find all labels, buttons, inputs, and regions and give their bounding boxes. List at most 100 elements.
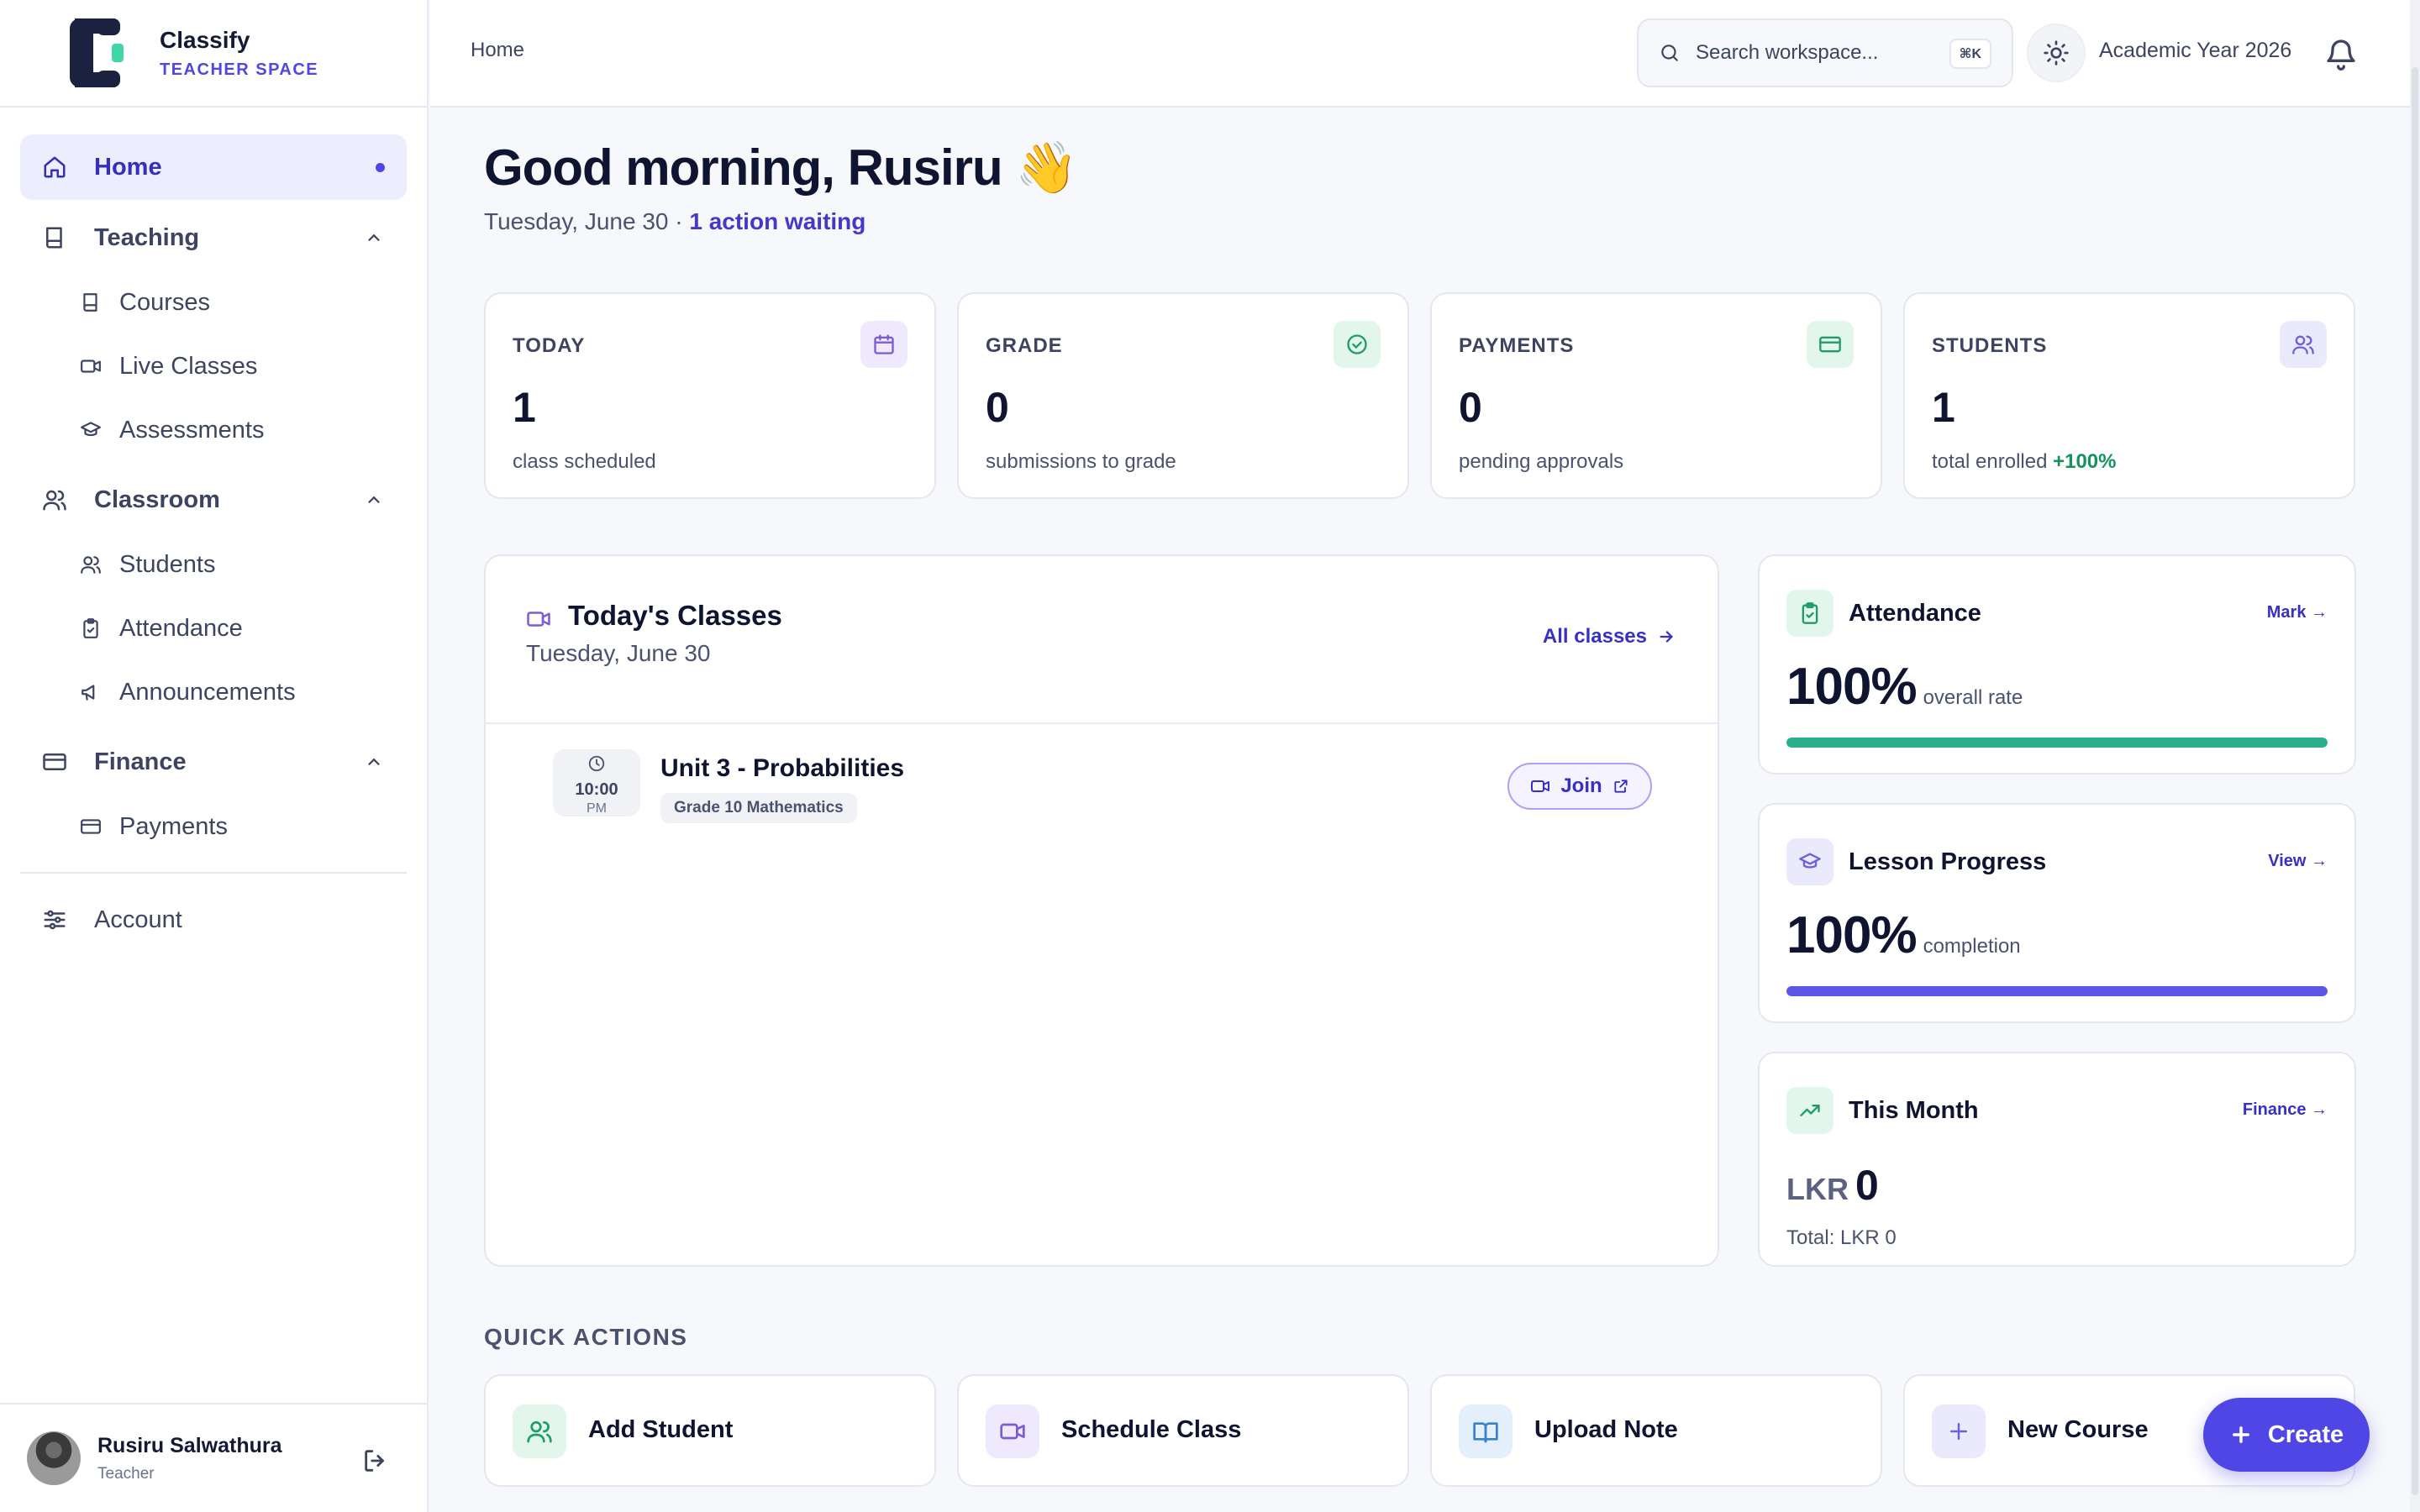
progress-fill: [1786, 738, 2328, 748]
sidebar-item-label: Account: [94, 906, 182, 933]
sidebar-item-students[interactable]: Students: [20, 533, 407, 596]
stat-label: TODAY: [513, 334, 586, 357]
bell-icon[interactable]: [2324, 37, 2358, 71]
join-button[interactable]: Join: [1507, 763, 1652, 810]
action-label: Add Student: [588, 1416, 734, 1443]
time-period: PM: [587, 801, 607, 816]
value-label: completion: [1923, 935, 2021, 958]
search-input[interactable]: Search workspace... ⌘K: [1637, 18, 2013, 87]
plus-icon: [1932, 1404, 1986, 1458]
chevron-up-icon[interactable]: [365, 491, 383, 509]
attendance-card: Attendance Mark → 100% overall rate: [1758, 554, 2356, 774]
sidebar-item-home[interactable]: Home: [20, 134, 407, 200]
sidebar-item-assessments[interactable]: Assessments: [20, 398, 407, 462]
panel-date: Tuesday, June 30: [526, 640, 711, 666]
scrollbar-thumb[interactable]: [2412, 67, 2418, 1495]
panel-title: Today's Classes: [568, 600, 782, 631]
sidebar-section-classroom[interactable]: Classroom: [20, 467, 407, 533]
user-role: Teacher: [97, 1464, 155, 1483]
sidebar-item-announcements[interactable]: Announcements: [20, 660, 407, 724]
stat-card-payments[interactable]: PAYMENTS 0 pending approvals: [1430, 292, 1882, 499]
stat-description: pending approvals: [1459, 450, 1623, 474]
schedule-class-button[interactable]: Schedule Class: [957, 1374, 1409, 1487]
graduation-cap-icon: [79, 418, 103, 442]
sidebar-item-label: Students: [119, 550, 216, 578]
sidebar-section-finance[interactable]: Finance: [20, 729, 407, 795]
scrollbar[interactable]: [2410, 0, 2420, 1512]
stat-desc-text: class scheduled: [513, 450, 656, 473]
attendance-value: 100% overall rate: [1786, 657, 2023, 717]
megaphone-icon: [79, 680, 103, 704]
brand[interactable]: Classify TEACHER SPACE: [0, 0, 427, 108]
sidebar-item-live-classes[interactable]: Live Classes: [20, 334, 407, 398]
users-icon: [40, 486, 69, 514]
sidebar-item-label: Home: [94, 153, 162, 181]
theme-toggle-button[interactable]: [2027, 24, 2086, 82]
action-waiting-link[interactable]: 1 action waiting: [689, 208, 865, 234]
user-plus-icon: [513, 1404, 566, 1458]
chevron-up-icon[interactable]: [365, 228, 383, 247]
action-label: Schedule Class: [1061, 1416, 1242, 1443]
search-shortcut: ⌘K: [1949, 39, 1991, 69]
plus-icon: [2232, 1426, 2249, 1443]
lesson-progress-bar: [1786, 986, 2328, 996]
breadcrumb[interactable]: Home: [471, 39, 524, 62]
action-label: New Course: [2007, 1416, 2149, 1443]
greeting-subtitle: Tuesday, June 30 · 1 action waiting: [484, 208, 865, 235]
upload-note-button[interactable]: Upload Note: [1430, 1374, 1882, 1487]
panel-header: Today's Classes Tuesday, June 30 All cla…: [486, 556, 1718, 724]
sidebar-item-attendance[interactable]: Attendance: [20, 596, 407, 660]
class-time: 10:00 PM: [553, 749, 640, 816]
value-label: overall rate: [1923, 686, 2023, 709]
card-icon: [1807, 321, 1854, 368]
brand-name: Classify: [160, 26, 250, 53]
view-lessons-link[interactable]: View →: [2268, 852, 2328, 871]
avatar[interactable]: [27, 1431, 81, 1485]
class-title[interactable]: Unit 3 - Probabilities: [660, 754, 904, 783]
user-profile[interactable]: Rusiru Salwathura Teacher: [0, 1403, 427, 1512]
currency: LKR: [1786, 1172, 1849, 1206]
sidebar-section-teaching[interactable]: Teaching: [20, 205, 407, 270]
video-icon: [527, 612, 550, 627]
active-dot: [376, 162, 385, 172]
stat-card-students[interactable]: STUDENTS 1 total enrolled +100%: [1903, 292, 2355, 499]
sidebar-item-label: Courses: [119, 288, 210, 316]
card-title: This Month: [1849, 1097, 1979, 1124]
create-button[interactable]: Create: [2203, 1398, 2370, 1472]
sidebar-item-label: Assessments: [119, 416, 265, 444]
page-title: Good morning, Rusiru 👋: [484, 139, 1078, 196]
card-icon: [40, 748, 69, 776]
sidebar-section-label: Finance: [94, 748, 187, 775]
sidebar-item-label: Payments: [119, 812, 228, 840]
stat-value: 1: [513, 384, 536, 431]
stat-label: STUDENTS: [1932, 334, 2048, 357]
add-student-button[interactable]: Add Student: [484, 1374, 936, 1487]
sliders-icon: [40, 906, 69, 934]
sidebar-item-courses[interactable]: Courses: [20, 270, 407, 334]
sun-icon: [2044, 40, 2069, 66]
sidebar-item-account[interactable]: Account: [20, 887, 407, 953]
stat-desc-text: submissions to grade: [986, 450, 1176, 473]
stat-description: total enrolled +100%: [1932, 450, 2117, 474]
chevron-up-icon[interactable]: [365, 753, 383, 771]
lesson-value: 100% completion: [1786, 906, 2021, 965]
logout-icon[interactable]: [361, 1446, 390, 1475]
mark-attendance-link[interactable]: Mark →: [2267, 603, 2328, 622]
external-link-icon: [1614, 780, 1628, 793]
all-classes-link[interactable]: All classes: [1543, 625, 1676, 648]
book-icon: [79, 291, 103, 314]
sidebar-item-label: Live Classes: [119, 352, 258, 380]
clipboard-check-icon: [79, 617, 103, 640]
stat-card-grade[interactable]: GRADE 0 submissions to grade: [957, 292, 1409, 499]
stat-description: class scheduled: [513, 450, 656, 474]
clock-icon: [588, 755, 605, 772]
divider: [20, 872, 407, 874]
stat-card-today[interactable]: TODAY 1 class scheduled: [484, 292, 936, 499]
video-icon: [986, 1404, 1039, 1458]
trending-up-icon: [1786, 1087, 1833, 1134]
sidebar-item-payments[interactable]: Payments: [20, 795, 407, 858]
finance-link[interactable]: Finance →: [2243, 1100, 2328, 1120]
book-icon: [40, 223, 69, 252]
progress-fill: [1786, 986, 2328, 996]
academic-year[interactable]: Academic Year 2026: [2099, 39, 2291, 63]
